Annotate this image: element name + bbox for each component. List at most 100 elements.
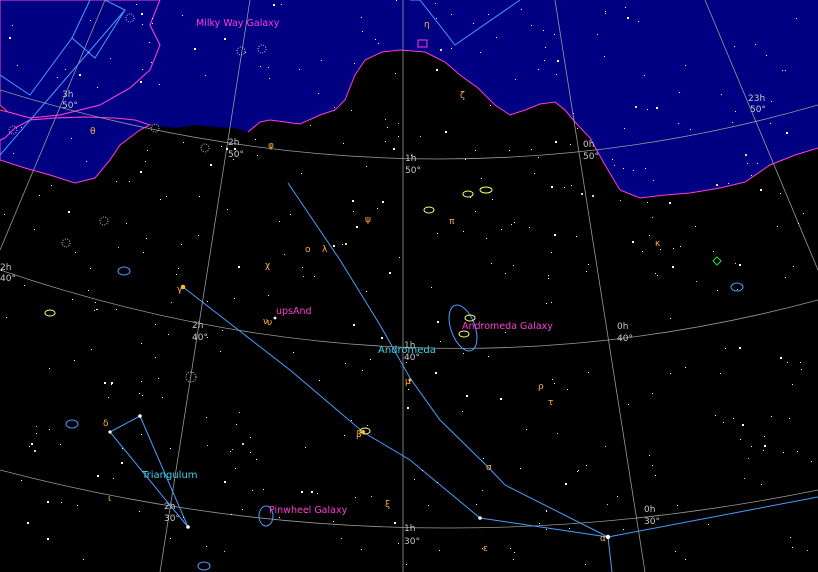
- star: [645, 168, 646, 169]
- star: [570, 144, 571, 145]
- star: [245, 52, 246, 53]
- star: [538, 69, 539, 70]
- star: [624, 128, 625, 129]
- star: [143, 252, 144, 253]
- star-label: ρ: [538, 382, 544, 392]
- star: [696, 281, 697, 282]
- star: [178, 268, 179, 269]
- star-label: δ: [103, 419, 109, 429]
- star: [155, 324, 156, 325]
- star: [546, 529, 547, 530]
- star: [152, 18, 153, 19]
- star: [375, 39, 376, 40]
- star: [581, 193, 583, 195]
- star: [720, 373, 721, 374]
- star: [149, 42, 150, 43]
- star: [104, 382, 106, 384]
- star: [483, 458, 484, 459]
- star: [620, 200, 621, 201]
- star: [793, 266, 794, 267]
- dec-label: 50°: [62, 101, 78, 111]
- star: [463, 231, 464, 232]
- star: [356, 226, 358, 228]
- star: [539, 523, 540, 524]
- ra-label: 23h: [748, 94, 765, 104]
- star: [71, 138, 72, 139]
- star: [361, 549, 362, 550]
- star: [462, 411, 463, 412]
- star: [57, 77, 58, 78]
- star: [370, 359, 371, 360]
- star: [399, 257, 400, 258]
- star: [236, 424, 237, 425]
- star: [36, 426, 37, 427]
- star: [466, 395, 468, 397]
- star: [521, 9, 522, 10]
- star: [222, 330, 223, 331]
- star: [764, 436, 765, 437]
- dec-label: 50°: [405, 166, 421, 176]
- star: [770, 123, 771, 124]
- star: [21, 480, 22, 481]
- star: [723, 422, 724, 423]
- star: [333, 245, 335, 247]
- star: [113, 478, 114, 479]
- star: [491, 263, 492, 264]
- star: [74, 360, 75, 361]
- star: [281, 4, 282, 5]
- star: [90, 268, 91, 269]
- star: [627, 17, 629, 19]
- star: [162, 397, 163, 398]
- star: [801, 369, 802, 370]
- star: [657, 275, 658, 276]
- star: [551, 302, 552, 303]
- star: [60, 444, 61, 445]
- star: [567, 389, 568, 390]
- star: [655, 475, 656, 476]
- dec-label: 40°: [192, 333, 208, 343]
- star: [207, 445, 208, 446]
- star: [717, 290, 718, 291]
- star: [790, 537, 791, 538]
- star: [677, 505, 678, 506]
- star: [97, 475, 99, 477]
- star-triangulum-beta: [138, 414, 142, 418]
- star: [422, 470, 423, 471]
- star: [207, 301, 208, 302]
- star: [12, 25, 13, 26]
- star: [361, 17, 362, 18]
- star: [744, 478, 745, 479]
- star: [792, 547, 793, 548]
- milky-way-label: Milky Way Galaxy: [196, 18, 280, 29]
- star: [353, 324, 355, 326]
- star: [279, 517, 280, 518]
- star: [797, 451, 798, 452]
- star: [406, 564, 407, 565]
- star: [142, 24, 143, 25]
- star: [678, 123, 679, 124]
- star: [445, 131, 447, 133]
- star: [279, 221, 280, 222]
- star: [685, 367, 686, 368]
- star-chart[interactable]: 3h 50° 2h 50° 1h 50° 0h 50° 23h 50° 2h 4…: [0, 0, 818, 572]
- star: [141, 343, 142, 344]
- star: [27, 522, 29, 524]
- star: [655, 273, 656, 274]
- star: [321, 60, 322, 61]
- star: [141, 434, 142, 435]
- star: [807, 550, 808, 551]
- star: [680, 246, 681, 247]
- star: [672, 266, 674, 268]
- star: [159, 84, 160, 85]
- star-label: φ: [268, 141, 274, 151]
- star: [396, 0, 397, 1]
- star: [605, 11, 606, 12]
- star: [803, 213, 804, 214]
- star: [546, 511, 547, 512]
- star: [145, 161, 146, 162]
- star: [206, 417, 207, 418]
- star: [352, 200, 354, 202]
- star: [239, 412, 240, 413]
- star: [735, 263, 736, 264]
- star: [548, 278, 549, 279]
